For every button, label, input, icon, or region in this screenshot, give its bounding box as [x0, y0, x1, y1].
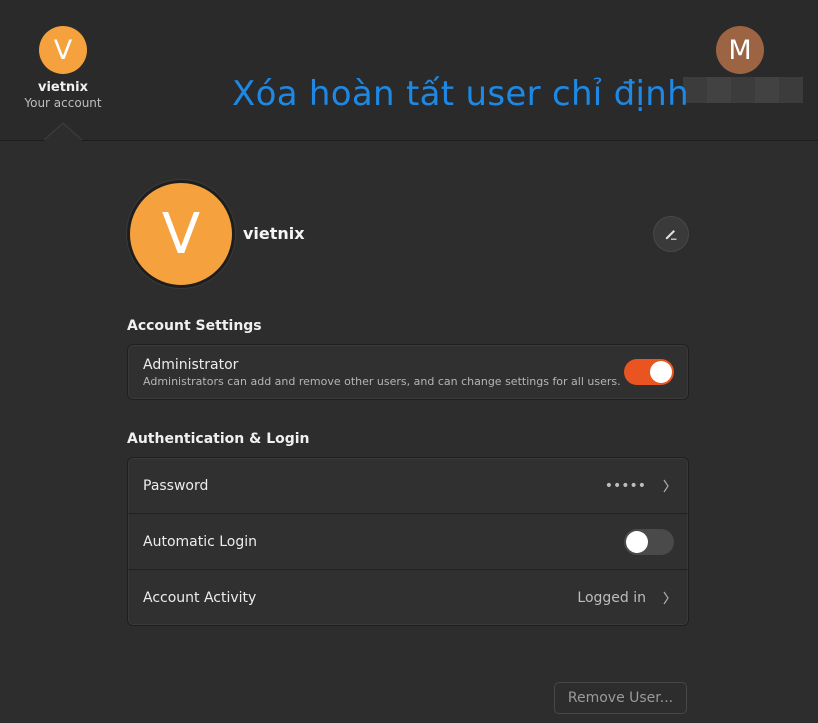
remove-user-button[interactable]: Remove User... — [554, 682, 687, 714]
password-value: ••••• — [604, 477, 646, 494]
blurred-user-name — [683, 77, 803, 103]
user-switcher-bar: V vietnix Your account M Xóa hoàn tất us… — [0, 0, 818, 141]
administrator-description: Administrators can add and remove other … — [143, 375, 621, 388]
user-details-panel: V vietnix Account Settings Administrator… — [127, 180, 689, 626]
banner-caption: Xóa hoàn tất user chỉ định — [232, 74, 689, 114]
toggle-knob — [626, 530, 648, 553]
password-label: Password — [143, 477, 209, 494]
account-settings-section: Account Settings Administrator Administr… — [127, 318, 689, 400]
password-row[interactable]: Password ••••• — [128, 458, 688, 514]
profile-avatar[interactable]: V — [127, 180, 235, 288]
user-tile-other[interactable]: M — [716, 26, 764, 74]
authentication-card: Password ••••• Automatic Login Account A… — [127, 457, 689, 626]
pencil-icon — [665, 230, 677, 240]
administrator-toggle[interactable] — [624, 359, 674, 385]
authentication-section: Authentication & Login Password ••••• Au… — [127, 431, 689, 626]
section-title: Account Settings — [127, 318, 262, 334]
chevron-right-icon — [663, 479, 669, 492]
user-tile-name: vietnix — [37, 80, 89, 95]
account-activity-label: Account Activity — [143, 589, 257, 606]
chevron-right-icon — [663, 591, 669, 604]
section-title: Authentication & Login — [127, 431, 310, 447]
automatic-login-toggle[interactable] — [624, 528, 674, 555]
user-tile-subtitle: Your account — [24, 96, 102, 110]
account-activity-row[interactable]: Account Activity Logged in — [128, 570, 688, 625]
account-activity-value: Logged in — [577, 589, 646, 606]
automatic-login-row: Automatic Login — [128, 514, 688, 570]
profile-name[interactable]: vietnix — [243, 224, 305, 243]
avatar: V — [39, 26, 87, 74]
avatar: M — [716, 26, 764, 74]
selection-indicator-inner — [44, 124, 82, 141]
administrator-label: Administrator — [143, 357, 239, 373]
edit-name-button[interactable] — [653, 216, 689, 252]
user-tile-current[interactable]: V vietnix Your account — [18, 26, 108, 110]
automatic-login-label: Automatic Login — [143, 533, 258, 550]
account-settings-card: Administrator Administrators can add and… — [127, 344, 689, 400]
administrator-row: Administrator Administrators can add and… — [128, 345, 688, 399]
toggle-knob — [650, 361, 672, 383]
profile-header: V vietnix — [127, 180, 689, 290]
